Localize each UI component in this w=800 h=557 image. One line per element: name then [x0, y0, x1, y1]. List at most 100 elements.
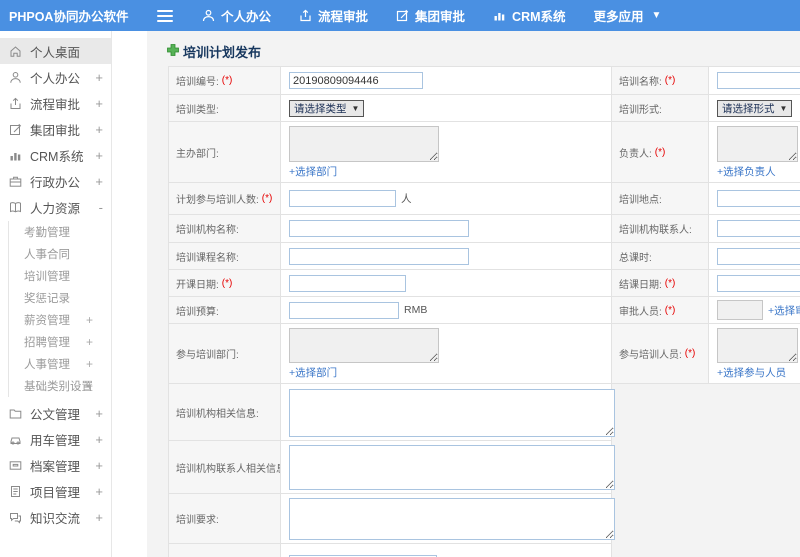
- label-text: 培训机构联系人:: [619, 225, 692, 236]
- expand-icon[interactable]: +: [86, 379, 93, 393]
- required-mark: (*): [654, 146, 666, 158]
- caret-down-icon: ▼: [351, 103, 360, 113]
- join-department-textarea[interactable]: [289, 328, 439, 363]
- planned-count-input[interactable]: [289, 190, 396, 207]
- field-label: 附件文档:: [169, 544, 281, 557]
- expand-icon[interactable]: +: [95, 406, 103, 421]
- expand-icon[interactable]: +: [95, 174, 103, 189]
- field-label: 培训机构联系人相关信息:: [169, 441, 281, 493]
- sidebar-item-workflow-approval[interactable]: 流程审批 +: [0, 90, 111, 116]
- expand-icon[interactable]: +: [95, 148, 103, 163]
- collapse-icon[interactable]: -: [99, 200, 103, 215]
- org-contact-input[interactable]: [717, 220, 800, 237]
- sidebar-subitem-recruit-mgmt[interactable]: 招聘管理 +: [9, 331, 111, 353]
- budget-input[interactable]: [289, 301, 399, 319]
- start-date-input[interactable]: [289, 274, 406, 292]
- sidebar-subitem-training-mgmt[interactable]: 培训管理: [9, 265, 111, 287]
- training-type-select[interactable]: 请选择类型 ▼: [289, 99, 365, 117]
- expand-icon[interactable]: +: [95, 122, 103, 137]
- expand-icon[interactable]: +: [86, 357, 93, 371]
- expand-icon[interactable]: +: [95, 96, 103, 111]
- approver-textarea[interactable]: [717, 300, 763, 320]
- org-name-input[interactable]: [289, 220, 469, 237]
- nav-personal-office[interactable]: 个人办公: [202, 6, 271, 25]
- chat-bubbles-icon: [9, 510, 23, 524]
- end-date-input[interactable]: [717, 274, 800, 292]
- sidebar-item-personal-office[interactable]: 个人办公 +: [0, 64, 111, 90]
- sidebar-item-vehicle-mgmt[interactable]: 用车管理 +: [0, 426, 111, 452]
- field-label: 培训形式:: [612, 95, 709, 121]
- total-hours-input[interactable]: [717, 247, 800, 265]
- label-text: 培训名称:: [619, 77, 662, 88]
- sidebar-item-project-mgmt[interactable]: 项目管理 +: [0, 478, 111, 504]
- sidebar-subitem-hr-contract[interactable]: 人事合同: [9, 243, 111, 265]
- briefcase-icon: [9, 174, 23, 188]
- expand-icon[interactable]: +: [95, 510, 103, 525]
- nav-crm-system[interactable]: CRM系统: [493, 6, 566, 25]
- sidebar-item-knowledge-exchange[interactable]: 知识交流 +: [0, 504, 111, 530]
- label-text: 开课日期:: [176, 279, 219, 291]
- field-label: 培训地点:: [612, 183, 709, 214]
- course-name-input[interactable]: [289, 247, 469, 265]
- select-department-link[interactable]: +选择部门: [289, 365, 337, 380]
- leader-textarea[interactable]: [717, 126, 798, 162]
- expand-icon[interactable]: +: [95, 432, 103, 447]
- sidebar-item-personal-desktop[interactable]: 个人桌面: [0, 38, 111, 64]
- expand-icon[interactable]: +: [86, 335, 93, 349]
- sidebar-item-crm[interactable]: CRM系统 +: [0, 142, 111, 168]
- field-label: 总课时:: [612, 243, 709, 269]
- select-department-link[interactable]: +选择部门: [289, 164, 337, 179]
- training-location-input[interactable]: [717, 190, 800, 207]
- label-text: 培训地点:: [619, 195, 662, 206]
- required-mark: (*): [684, 348, 696, 359]
- edit-icon: [396, 9, 409, 22]
- nav-group-approval[interactable]: 集团审批: [396, 6, 465, 25]
- sidebar-subitem-attendance[interactable]: 考勤管理: [9, 221, 111, 243]
- sidebar-item-hr[interactable]: 人力资源 -: [0, 194, 111, 220]
- sidebar-subitem-salary-mgmt[interactable]: 薪资管理 +: [9, 309, 111, 331]
- sidebar-item-archive-mgmt[interactable]: 档案管理 +: [0, 452, 111, 478]
- field-label: 开课日期: (*): [169, 270, 281, 296]
- org-contact-info-textarea[interactable]: [289, 445, 615, 490]
- org-info-textarea[interactable]: [289, 388, 615, 437]
- select-leader-link[interactable]: +选择负责人: [717, 164, 776, 179]
- nav-label: 个人办公: [221, 10, 272, 24]
- nav-more-apps[interactable]: 更多应用 ▼: [594, 6, 662, 25]
- sidebar-item-admin-office[interactable]: 行政办公 +: [0, 168, 111, 194]
- sidebar-subitem-personnel-mgmt[interactable]: 人事管理 +: [9, 353, 111, 375]
- select-approver-link[interactable]: +选择审批人员: [768, 303, 800, 318]
- expand-icon[interactable]: +: [95, 458, 103, 473]
- select-value: 请选择类型: [294, 102, 347, 115]
- field-label: 培训类型:: [169, 95, 281, 121]
- nav-workflow-approval[interactable]: 流程审批: [299, 6, 368, 25]
- expand-icon[interactable]: +: [95, 70, 103, 85]
- sidebar-subitem-label: 考勤管理: [24, 227, 70, 239]
- hamburger-menu-icon[interactable]: [157, 7, 174, 25]
- field-label: 培训要求:: [169, 494, 281, 543]
- expand-icon[interactable]: +: [95, 484, 103, 499]
- select-participants-link[interactable]: +选择参与人员: [717, 365, 786, 380]
- sidebar-item-label: 公文管理: [30, 407, 81, 422]
- nav-label: 更多应用: [593, 10, 644, 24]
- sidebar-item-label: 个人办公: [30, 71, 81, 86]
- user-icon: [202, 9, 215, 22]
- sidebar-item-document-mgmt[interactable]: 公文管理 +: [0, 400, 111, 426]
- join-people-textarea[interactable]: [717, 328, 798, 363]
- label-text: 培训机构名称:: [176, 225, 239, 236]
- sidebar-item-group-approval[interactable]: 集团审批 +: [0, 116, 111, 142]
- training-requirements-textarea[interactable]: [289, 498, 615, 540]
- training-name-input[interactable]: [717, 72, 800, 89]
- sidebar-item-label: 知识交流: [30, 511, 81, 526]
- label-text: 计划参与培训人数:: [176, 195, 259, 206]
- sidebar-subitem-reward-record[interactable]: 奖惩记录: [9, 287, 111, 309]
- required-mark: (*): [664, 75, 676, 86]
- training-mode-select[interactable]: 请选择形式 ▼: [717, 99, 793, 117]
- top-nav: 个人办公 流程审批 集团审批 CRM系统 更多应用 ▼: [202, 6, 661, 25]
- expand-icon[interactable]: +: [86, 313, 93, 327]
- sidebar-item-label: 人力资源: [30, 201, 81, 216]
- sidebar-subitem-base-category[interactable]: 基础类别设置 +: [9, 375, 111, 397]
- caret-down-icon: ▼: [651, 10, 662, 21]
- training-code-input[interactable]: [289, 72, 423, 89]
- host-department-textarea[interactable]: [289, 126, 439, 162]
- training-form-left: 培训编号:(*) 培训类型: 请选择类型 ▼ 主办部门: +选择部门 计划参与培…: [168, 66, 615, 557]
